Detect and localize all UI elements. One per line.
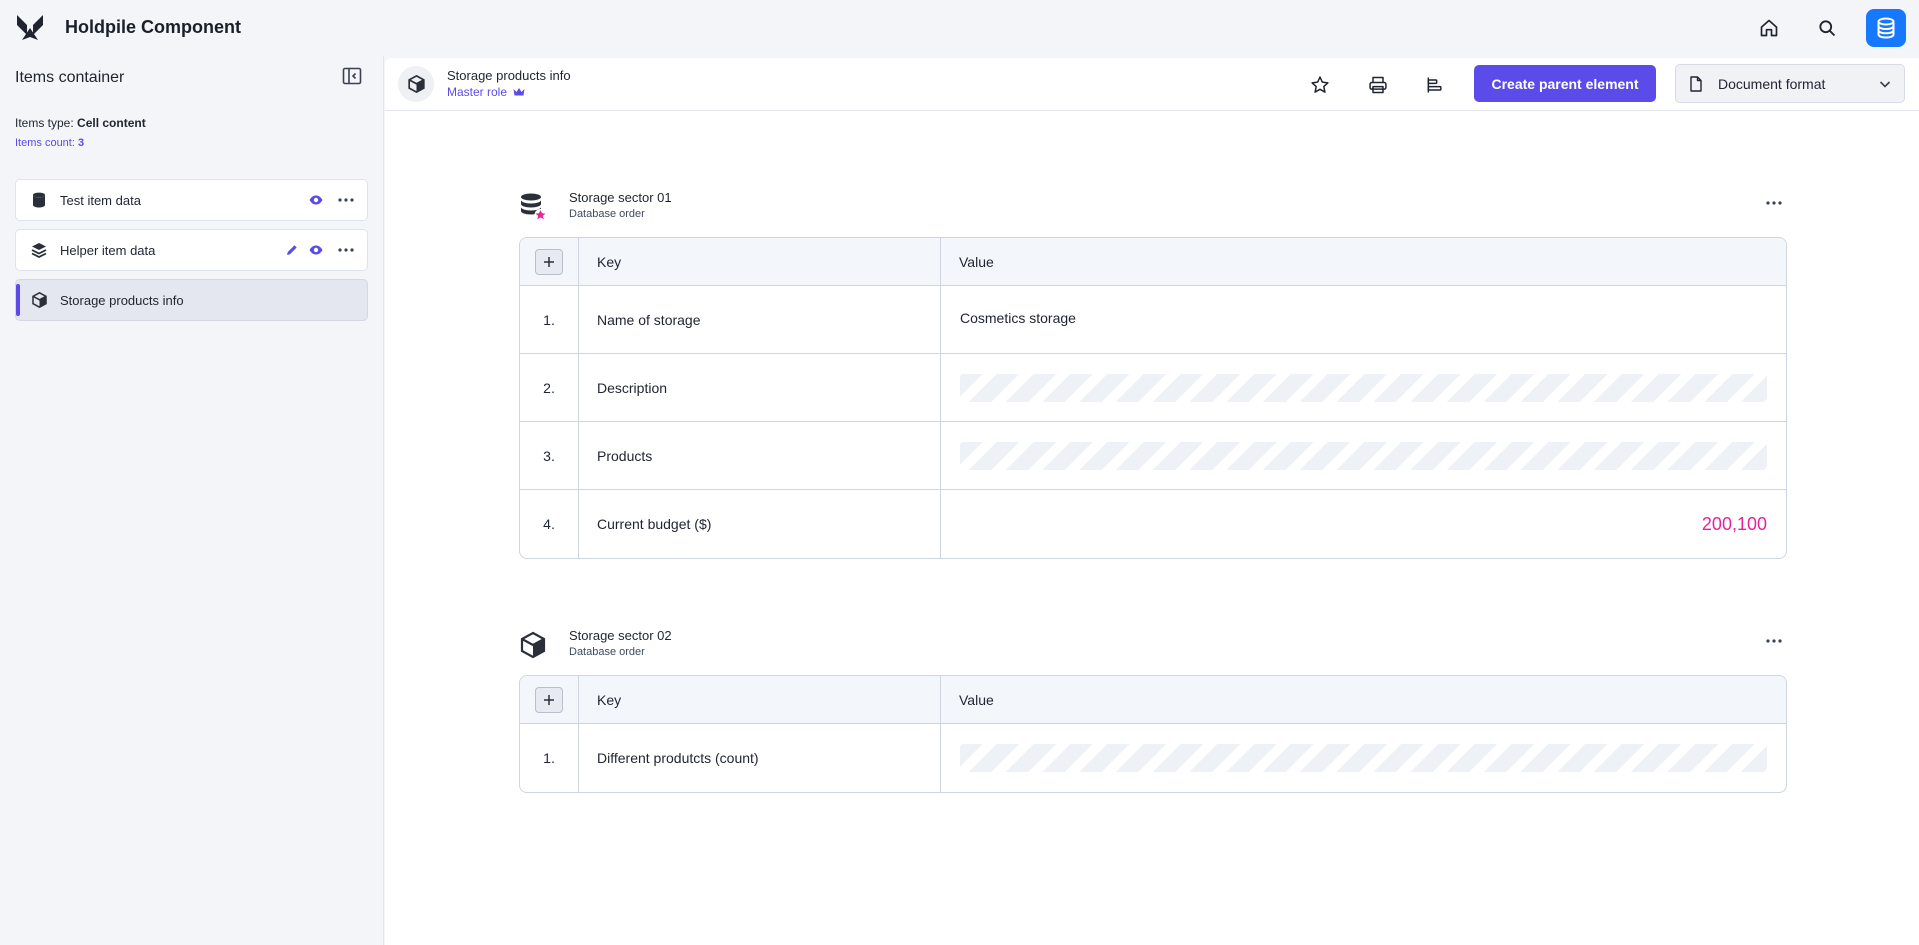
collapse-sidebar-icon[interactable] bbox=[342, 66, 362, 86]
database-icon bbox=[30, 191, 48, 209]
role-link[interactable]: Master role bbox=[447, 85, 525, 99]
sidebar: Items container Items type: Cell content… bbox=[0, 56, 384, 945]
more-options-icon[interactable] bbox=[1762, 633, 1786, 649]
main-panel: Storage products info Master role Create… bbox=[385, 58, 1919, 945]
row-key: Different produtcts (count) bbox=[579, 724, 941, 792]
section-title: Storage sector 01 bbox=[569, 190, 672, 205]
add-row-button[interactable] bbox=[535, 248, 563, 275]
table-row: 1. Different produtcts (count) bbox=[520, 724, 1786, 792]
top-bar: Holdpile Component bbox=[0, 0, 1919, 56]
plus-icon bbox=[544, 694, 554, 705]
page-header: Storage products info Master role Create… bbox=[385, 58, 1919, 111]
row-value-cell[interactable]: Cosmetics storage bbox=[941, 286, 1786, 354]
row-key: Current budget ($) bbox=[579, 490, 941, 558]
section-subtitle: Database order bbox=[569, 646, 645, 658]
sidebar-item-test-item-data[interactable]: Test item data bbox=[15, 179, 368, 221]
page-title: Storage products info bbox=[447, 68, 571, 83]
pencil-icon[interactable] bbox=[283, 241, 301, 259]
cube-icon bbox=[520, 631, 546, 659]
row-value-cell[interactable] bbox=[941, 724, 1786, 792]
create-parent-element-button[interactable]: Create parent element bbox=[1474, 65, 1656, 102]
empty-value-placeholder bbox=[960, 744, 1767, 772]
eye-icon[interactable] bbox=[307, 241, 325, 259]
key-value-table: Key Value 1. Different produtcts (count) bbox=[519, 675, 1787, 793]
sidebar-item-label: Helper item data bbox=[60, 242, 156, 258]
column-header-key: Key bbox=[579, 238, 941, 286]
items-count: Items count: 3 bbox=[15, 137, 84, 149]
star-icon[interactable] bbox=[1307, 72, 1333, 98]
role-label: Master role bbox=[447, 85, 508, 99]
sidebar-item-storage-products-info[interactable]: Storage products info bbox=[15, 279, 368, 321]
row-value-cell[interactable] bbox=[941, 354, 1786, 422]
key-value-table: Key Value 1. Name of storage Cosmetics s… bbox=[519, 237, 1787, 559]
logo-icon bbox=[17, 15, 43, 40]
sidebar-item-label: Test item data bbox=[60, 192, 141, 208]
database-star-icon bbox=[521, 193, 547, 221]
more-options-icon[interactable] bbox=[335, 241, 357, 259]
row-key: Products bbox=[579, 422, 941, 490]
storage-section-2: Storage sector 02 Database order Key Val… bbox=[519, 627, 1787, 793]
row-number: 1. bbox=[520, 286, 579, 354]
row-number: 2. bbox=[520, 354, 579, 422]
column-header-key: Key bbox=[579, 676, 941, 724]
plus-icon bbox=[544, 256, 554, 267]
document-format-select[interactable]: Document format bbox=[1675, 64, 1905, 103]
sidebar-title: Items container bbox=[15, 69, 125, 86]
row-number: 4. bbox=[520, 490, 579, 558]
database-icon bbox=[1877, 17, 1895, 39]
items-type: Items type: Cell content bbox=[15, 116, 146, 130]
document-icon bbox=[1690, 75, 1702, 92]
table-row: 4. Current budget ($) 200,100 bbox=[520, 490, 1786, 558]
layers-icon bbox=[30, 241, 48, 259]
section-title: Storage sector 02 bbox=[569, 628, 672, 643]
items-type-label: Items type: bbox=[15, 116, 74, 130]
search-icon[interactable] bbox=[1813, 14, 1841, 42]
row-value-cell[interactable] bbox=[941, 422, 1786, 490]
more-options-icon[interactable] bbox=[1762, 195, 1786, 211]
row-value-cell[interactable]: 200,100 bbox=[941, 490, 1786, 558]
budget-value: 200,100 bbox=[1701, 513, 1767, 534]
column-header-value: Value bbox=[941, 238, 1786, 286]
storage-section-1: Storage sector 01 Database order Key Val… bbox=[519, 189, 1787, 559]
row-value: Cosmetics storage bbox=[960, 309, 1076, 326]
sidebar-item-helper-item-data[interactable]: Helper item data bbox=[15, 229, 368, 271]
row-key: Name of storage bbox=[579, 286, 941, 354]
cube-icon bbox=[30, 291, 48, 309]
eye-icon[interactable] bbox=[307, 191, 325, 209]
column-header-value: Value bbox=[941, 676, 1786, 724]
row-key: Description bbox=[579, 354, 941, 422]
section-subtitle: Database order bbox=[569, 208, 645, 220]
empty-value-placeholder bbox=[960, 441, 1767, 470]
cube-icon bbox=[398, 66, 434, 102]
items-count-value: 3 bbox=[77, 137, 85, 149]
row-number: 1. bbox=[520, 724, 579, 792]
home-icon[interactable] bbox=[1755, 14, 1783, 42]
row-number: 3. bbox=[520, 422, 579, 490]
empty-value-placeholder bbox=[960, 373, 1767, 402]
table-row: 1. Name of storage Cosmetics storage bbox=[520, 286, 1786, 354]
items-count-label: Items count: bbox=[15, 137, 75, 149]
align-icon[interactable] bbox=[1422, 72, 1448, 98]
chevron-down-icon bbox=[1879, 80, 1891, 88]
items-type-value: Cell content bbox=[77, 116, 146, 130]
crown-icon bbox=[513, 88, 525, 96]
sidebar-item-label: Storage products info bbox=[60, 292, 184, 308]
document-format-value: Document format bbox=[1718, 75, 1826, 92]
more-options-icon[interactable] bbox=[335, 191, 357, 209]
print-icon[interactable] bbox=[1365, 72, 1391, 98]
app-title: Holdpile Component bbox=[65, 17, 241, 37]
add-row-button[interactable] bbox=[535, 686, 563, 713]
table-row: 3. Products bbox=[520, 422, 1786, 490]
database-button[interactable] bbox=[1866, 9, 1906, 47]
table-row: 2. Description bbox=[520, 354, 1786, 422]
